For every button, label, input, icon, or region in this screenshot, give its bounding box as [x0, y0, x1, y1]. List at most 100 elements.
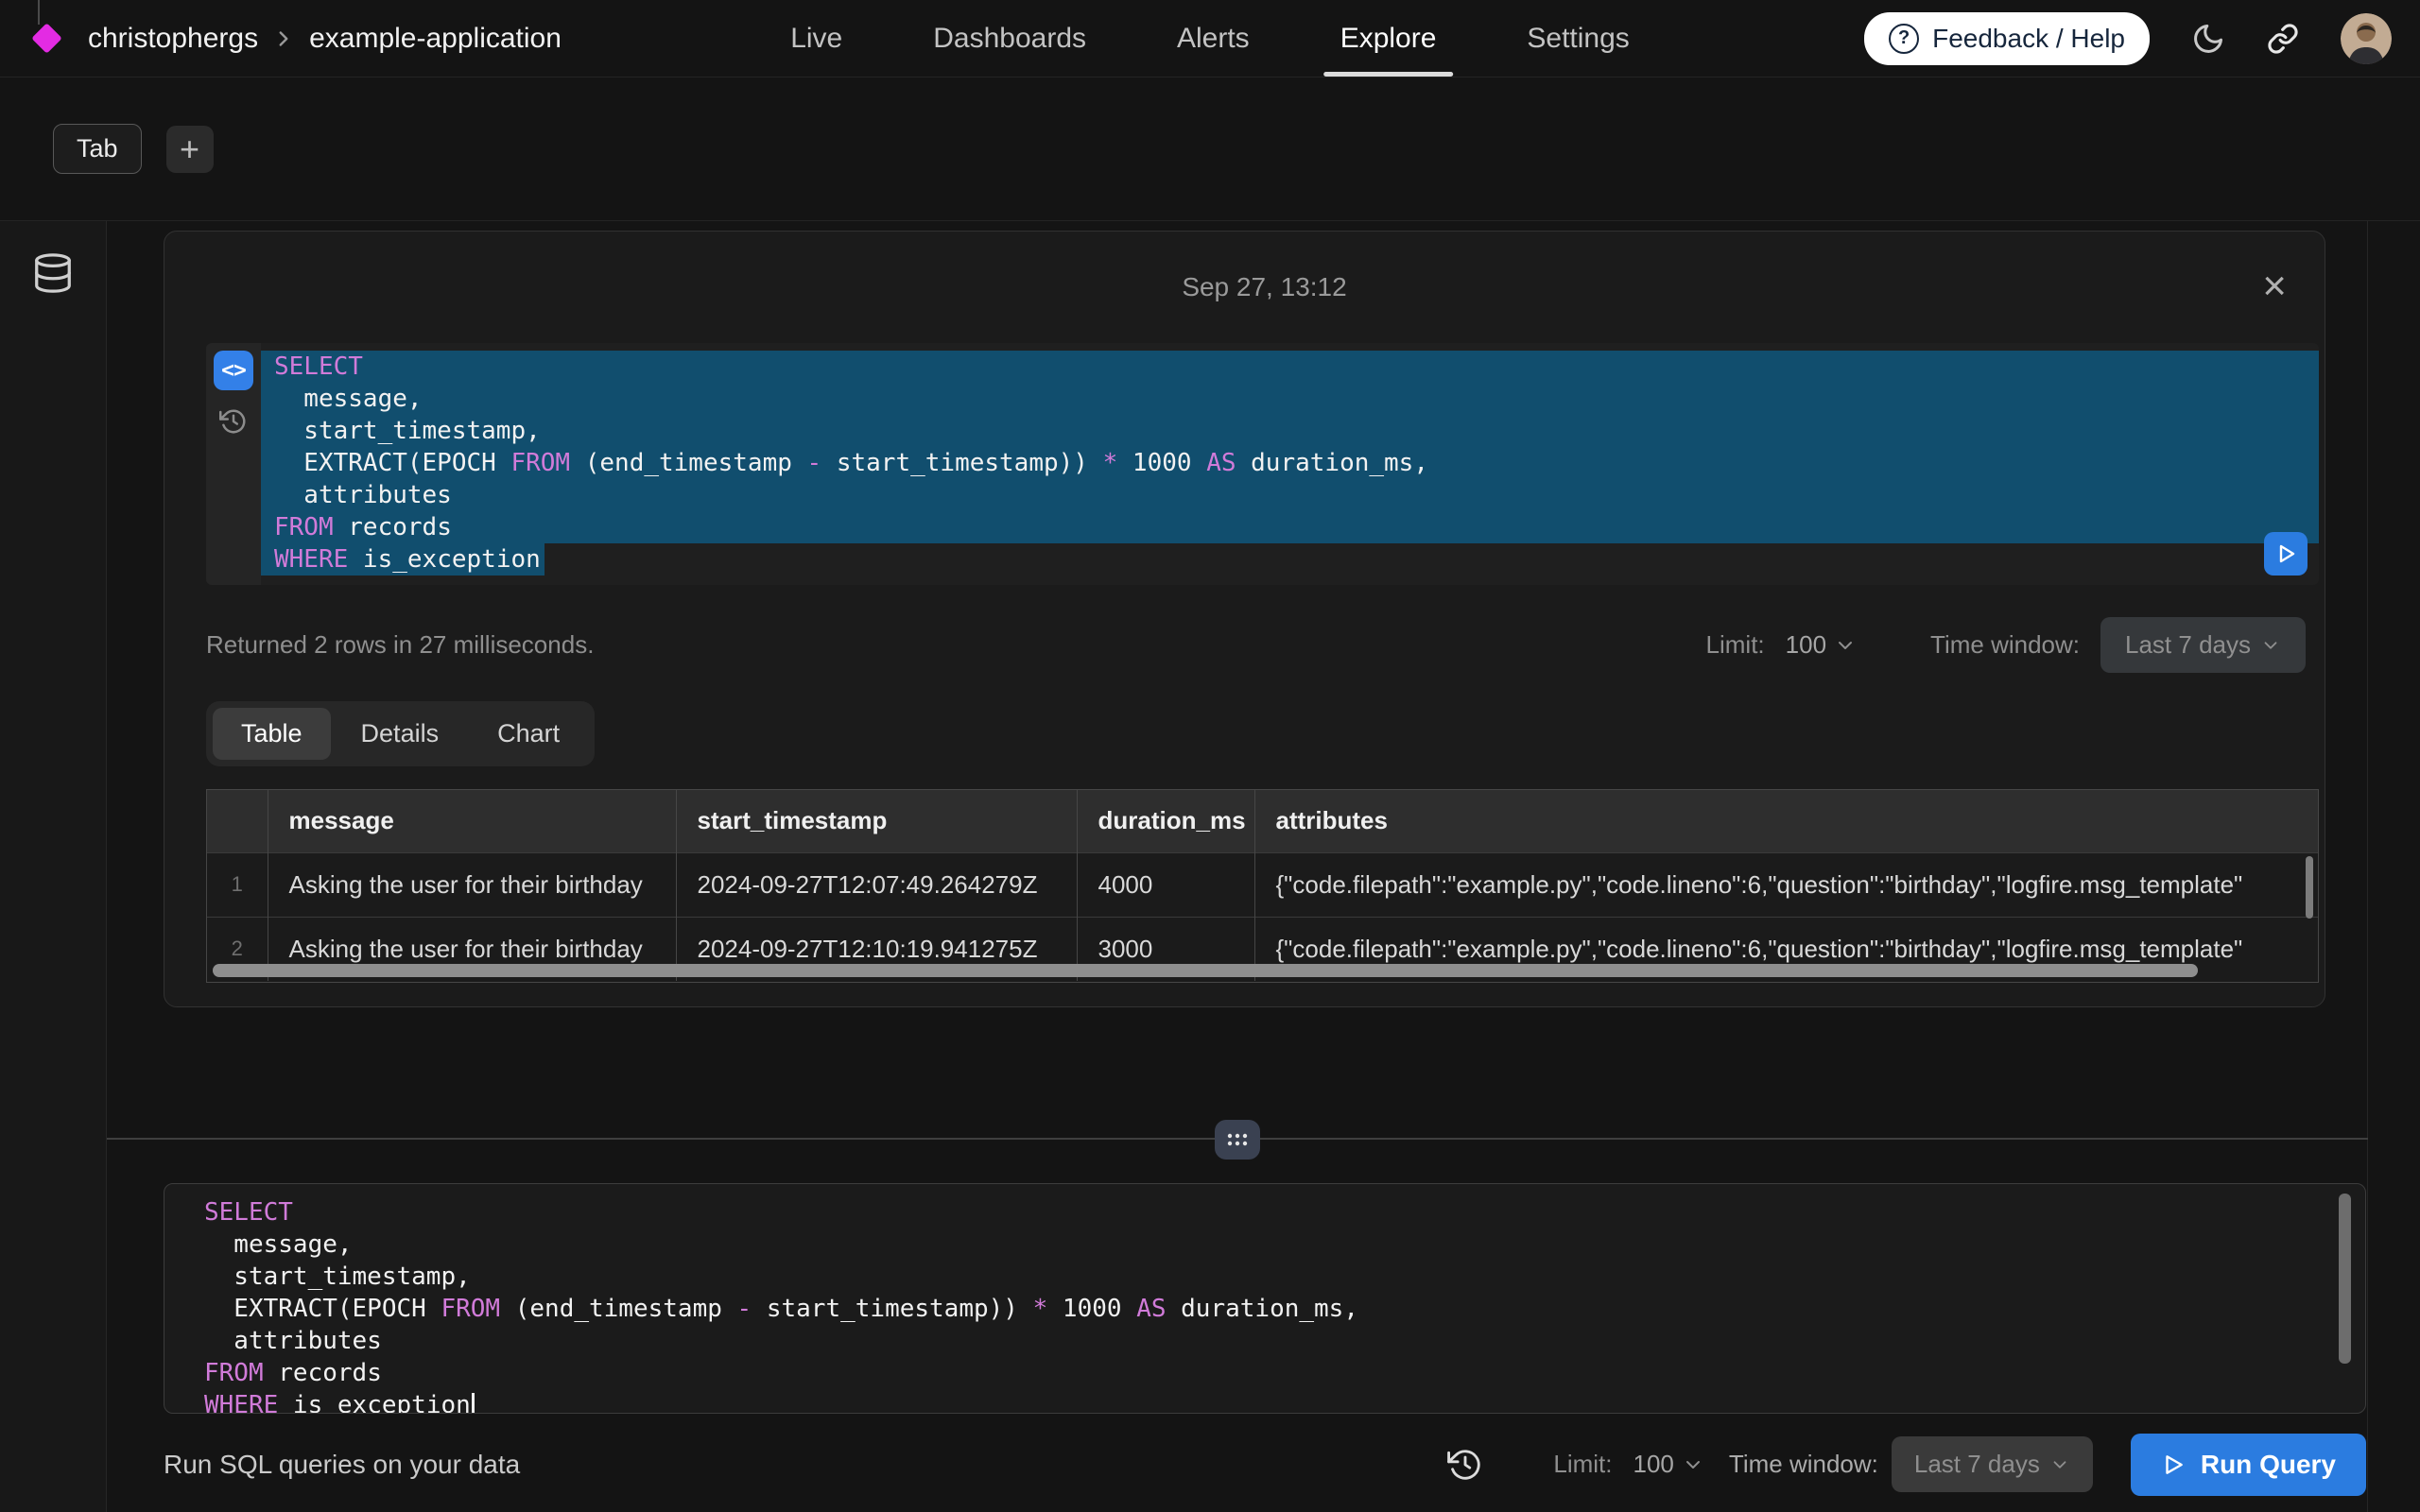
sql-text: message,	[274, 385, 423, 413]
share-link-icon[interactable]	[2267, 23, 2299, 55]
time-window-dropdown[interactable]: Last 7 days	[1892, 1436, 2093, 1492]
sql-keyword: AS	[1206, 449, 1236, 477]
sql-text: duration_ms,	[1236, 449, 1429, 477]
sql-keyword: FROM	[274, 513, 334, 541]
sql-text: (end_timestamp	[500, 1295, 736, 1323]
nav-item-settings[interactable]: Settings	[1527, 0, 1629, 77]
sql-keyword: AS	[1136, 1295, 1166, 1323]
table-row[interactable]: 1Asking the user for their birthday2024-…	[207, 852, 2318, 917]
table-header-row: messagestart_timestampduration_msattribu…	[207, 790, 2318, 852]
feedback-help-label: Feedback / Help	[1932, 24, 2125, 54]
vertical-scrollbar[interactable]	[2306, 856, 2313, 919]
code-line: EXTRACT(EPOCH FROM (end_timestamp - star…	[191, 1294, 2365, 1326]
sql-text: start_timestamp))	[752, 1295, 1032, 1323]
view-tab-chart[interactable]: Chart	[469, 708, 588, 760]
limit-value: 100	[1786, 630, 1826, 660]
editor-scrollbar[interactable]	[2339, 1194, 2351, 1364]
sql-editor-panel: SELECT message, start_timestamp, EXTRACT…	[164, 1183, 2366, 1414]
column-header-start_timestamp: start_timestamp	[676, 790, 1077, 852]
time-window-label: Time window:	[1729, 1450, 1878, 1479]
resize-handle[interactable]	[1215, 1120, 1260, 1160]
editor-hint: Run SQL queries on your data	[164, 1450, 1447, 1480]
code-line: FROM records	[261, 511, 2319, 543]
sql-text: message,	[204, 1230, 353, 1259]
sql-text: records	[264, 1359, 382, 1387]
code-line: SELECT	[261, 351, 2319, 383]
text-caret	[472, 1393, 475, 1414]
result-controls: Limit: 100 Time window: Last 7 days	[1706, 617, 2306, 673]
column-header-attributes: attributes	[1254, 790, 2318, 852]
sql-text: 1000	[1047, 1295, 1136, 1323]
sql-keyword: SELECT	[204, 1198, 293, 1227]
chevron-down-icon	[2049, 1454, 2070, 1475]
sql-editor-code[interactable]: SELECT message, start_timestamp, EXTRACT…	[191, 1197, 2365, 1414]
code-line: WHERE is_exception	[261, 543, 2319, 576]
result-summary: Returned 2 rows in 27 milliseconds.	[206, 630, 1706, 660]
nav-item-live[interactable]: Live	[790, 0, 842, 77]
code-line: WHERE is_exception	[191, 1390, 2365, 1414]
question-icon: ?	[1889, 24, 1919, 54]
app-root: christophergs example-application Live D…	[0, 0, 2420, 1512]
code-line: SELECT	[191, 1197, 2365, 1229]
code-line: attributes	[191, 1326, 2365, 1358]
row-number: 1	[207, 852, 268, 917]
nav-menu: Live Dashboards Alerts Explore Settings	[790, 0, 1630, 77]
query-tab[interactable]: Tab	[53, 124, 142, 174]
sql-keyword: *	[1033, 1295, 1048, 1323]
limit-label: Limit:	[1553, 1450, 1612, 1479]
code-line: FROM records	[191, 1358, 2365, 1390]
logfire-logo-icon[interactable]	[31, 23, 62, 54]
view-tab-details[interactable]: Details	[333, 708, 468, 760]
nav-right: ? Feedback / Help	[1864, 12, 2392, 65]
result-table: messagestart_timestampduration_msattribu…	[207, 790, 2318, 981]
time-window-value: Last 7 days	[1914, 1450, 2040, 1479]
chevron-right-icon	[271, 26, 296, 51]
column-header-duration_ms: duration_ms	[1077, 790, 1254, 852]
run-query-button[interactable]: Run Query	[2131, 1434, 2366, 1496]
sql-text: attributes	[274, 481, 452, 509]
query-history-icon[interactable]	[219, 407, 248, 436]
sql-keyword: *	[1103, 449, 1118, 477]
nav-item-alerts[interactable]: Alerts	[1177, 0, 1250, 77]
user-avatar[interactable]	[2341, 13, 2392, 64]
code-line: start_timestamp,	[191, 1262, 2365, 1294]
limit-dropdown[interactable]: 100	[1786, 630, 1857, 660]
right-rail-divider	[2367, 221, 2368, 1512]
bottom-bar: Run SQL queries on your data Limit: 100 …	[107, 1414, 2420, 1512]
sql-keyword: -	[737, 1295, 752, 1323]
add-tab-button[interactable]: +	[166, 126, 214, 173]
sql-gutter: <>	[206, 343, 261, 585]
breadcrumb-org[interactable]: christophergs	[88, 23, 258, 55]
time-window-label: Time window:	[1930, 630, 2080, 660]
sql-text: EXTRACT(EPOCH	[204, 1295, 441, 1323]
nav-item-explore[interactable]: Explore	[1340, 0, 1437, 77]
run-selection-button[interactable]	[2264, 532, 2308, 576]
result-meta-row: Returned 2 rows in 27 milliseconds. Limi…	[206, 617, 2323, 673]
view-tab-table[interactable]: Table	[213, 708, 331, 760]
limit-dropdown[interactable]: 100	[1634, 1450, 1704, 1479]
feedback-help-button[interactable]: ? Feedback / Help	[1864, 12, 2150, 65]
nav-item-dashboards[interactable]: Dashboards	[933, 0, 1086, 77]
pane-divider	[107, 1138, 2368, 1140]
database-schema-icon[interactable]	[31, 251, 75, 295]
logo-pin	[38, 0, 40, 25]
sql-text: attributes	[204, 1327, 382, 1355]
breadcrumb-project[interactable]: example-application	[309, 23, 562, 55]
theme-moon-icon[interactable]	[2191, 22, 2225, 56]
sql-text: duration_ms,	[1167, 1295, 1359, 1323]
result-table-wrap: messagestart_timestampduration_msattribu…	[206, 789, 2319, 983]
cell-duration_ms: 4000	[1077, 852, 1254, 917]
main-area: Sep 27, 13:12 × <> SELECT message, start…	[0, 221, 2420, 1512]
history-icon[interactable]	[1447, 1447, 1483, 1483]
sql-text: start_timestamp,	[274, 417, 541, 445]
horizontal-scrollbar[interactable]	[213, 964, 2198, 977]
sql-preview-code[interactable]: SELECT message, start_timestamp, EXTRACT…	[261, 343, 2319, 585]
close-icon[interactable]: ×	[2262, 266, 2287, 307]
code-view-button[interactable]: <>	[214, 351, 253, 390]
chevron-down-icon	[1834, 634, 1857, 657]
run-query-label: Run Query	[2201, 1450, 2336, 1480]
time-window-dropdown[interactable]: Last 7 days	[2100, 617, 2306, 673]
sql-keyword: WHERE	[274, 545, 348, 574]
cell-attributes: {"code.filepath":"example.py","code.line…	[1254, 852, 2318, 917]
sql-text: 1000	[1117, 449, 1206, 477]
